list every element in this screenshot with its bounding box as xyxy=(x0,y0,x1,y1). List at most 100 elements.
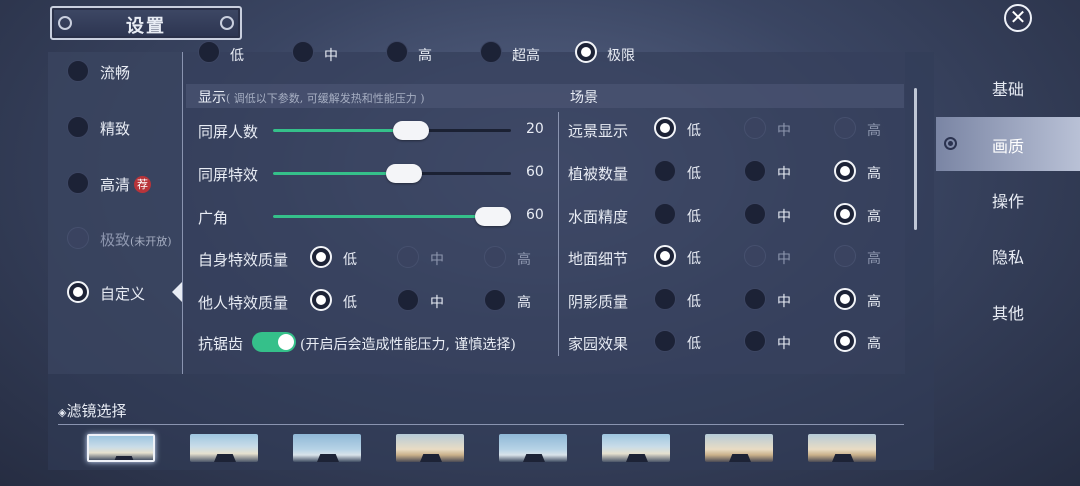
antialias-toggle[interactable] xyxy=(252,332,296,352)
preset-label-text: 高清 xyxy=(100,176,131,194)
scene-row-label: 远景显示 xyxy=(568,122,629,140)
quality-option-label: 高 xyxy=(517,252,531,268)
quality-option-label: 中 xyxy=(430,295,444,311)
quality-option-radio[interactable] xyxy=(744,117,766,139)
quality-option-radio[interactable] xyxy=(310,246,332,268)
tab-label: 隐私 xyxy=(991,248,1024,267)
quality-option-label: 低 xyxy=(687,251,701,267)
quality-option-radio[interactable] xyxy=(654,160,676,182)
quality-option-label: 中 xyxy=(777,123,791,139)
filter-title: 滤镜选择 xyxy=(66,402,127,420)
filter-thumbnail[interactable] xyxy=(602,434,670,462)
filter-thumbnail[interactable] xyxy=(499,434,567,462)
slider-knob[interactable] xyxy=(475,207,511,226)
frame-option-radio[interactable] xyxy=(292,41,314,63)
quality-option-radio[interactable] xyxy=(834,203,856,225)
quality-option-label: 高 xyxy=(867,336,881,352)
quality-option-radio[interactable] xyxy=(834,330,856,352)
quality-option-label: 低 xyxy=(687,123,701,139)
quality-option-radio[interactable] xyxy=(834,288,856,310)
quality-option-label: 中 xyxy=(777,166,791,182)
slider-knob[interactable] xyxy=(386,164,422,183)
frame-option-radio[interactable] xyxy=(198,41,220,63)
filter-thumbnail[interactable] xyxy=(705,434,773,462)
scrollbar[interactable] xyxy=(914,88,917,230)
frame-option-label: 超高 xyxy=(512,48,540,64)
slider-fill xyxy=(273,172,404,175)
slider-label: 广角 xyxy=(198,209,229,227)
filter-thumbnail[interactable] xyxy=(190,434,258,462)
tab-item[interactable]: 画质 xyxy=(936,117,1080,171)
tab-label: 画质 xyxy=(991,137,1024,156)
preset-label: 极致(未开放) xyxy=(100,229,172,250)
frame-option-radio[interactable] xyxy=(575,41,597,63)
quality-option-label: 中 xyxy=(430,252,444,268)
column-divider xyxy=(182,52,183,374)
preset-radio[interactable] xyxy=(67,281,89,303)
scene-row-label: 地面细节 xyxy=(568,250,629,268)
quality-option-radio[interactable] xyxy=(397,246,419,268)
quality-option-radio[interactable] xyxy=(484,246,506,268)
slider-value: 20 xyxy=(526,121,544,137)
quality-option-radio[interactable] xyxy=(484,289,506,311)
slider-track[interactable] xyxy=(273,121,511,140)
filter-divider xyxy=(58,424,904,425)
antialias-label: 抗锯齿 xyxy=(198,335,244,353)
quality-option-radio[interactable] xyxy=(310,289,332,311)
quality-option-radio[interactable] xyxy=(654,117,676,139)
scene-row-label: 家园效果 xyxy=(568,335,629,353)
tab-item[interactable]: 操作 xyxy=(936,172,1080,226)
close-button[interactable]: ✕ xyxy=(1004,4,1032,32)
quality-row-label: 自身特效质量 xyxy=(198,251,289,269)
quality-option-label: 低 xyxy=(687,209,701,225)
quality-option-radio[interactable] xyxy=(744,330,766,352)
tab-label: 其他 xyxy=(991,304,1024,323)
scene-section-title: 场景 xyxy=(570,90,598,106)
quality-option-radio[interactable] xyxy=(654,288,676,310)
preset-radio[interactable] xyxy=(67,60,89,82)
quality-option-label: 高 xyxy=(867,166,881,182)
quality-option-label: 高 xyxy=(517,295,531,311)
preset-radio[interactable] xyxy=(67,227,89,249)
quality-option-radio[interactable] xyxy=(834,117,856,139)
frame-option-label: 极限 xyxy=(607,48,635,64)
quality-option-radio[interactable] xyxy=(744,203,766,225)
tab-label: 基础 xyxy=(991,80,1024,99)
quality-option-radio[interactable] xyxy=(654,203,676,225)
preset-label: 流畅 xyxy=(100,62,130,83)
tab-item[interactable]: 基础 xyxy=(936,60,1080,114)
antialias-note: (开启后会造成性能压力, 谨慎选择) xyxy=(300,337,516,353)
preset-label-text: 精致 xyxy=(100,120,131,138)
quality-option-radio[interactable] xyxy=(834,160,856,182)
slider-value: 60 xyxy=(526,164,544,180)
quality-option-radio[interactable] xyxy=(744,288,766,310)
quality-option-label: 高 xyxy=(867,209,881,225)
filter-thumbnail[interactable] xyxy=(396,434,464,462)
quality-option-radio[interactable] xyxy=(744,245,766,267)
quality-option-radio[interactable] xyxy=(654,245,676,267)
frame-option-label: 中 xyxy=(324,48,338,64)
slider-track[interactable] xyxy=(273,207,511,226)
quality-option-radio[interactable] xyxy=(654,330,676,352)
quality-option-radio[interactable] xyxy=(744,160,766,182)
preset-radio[interactable] xyxy=(67,172,89,194)
filter-thumbnail[interactable] xyxy=(808,434,876,462)
pavilion-roof-icon xyxy=(113,456,135,460)
quality-option-radio[interactable] xyxy=(834,245,856,267)
pavilion-roof-icon xyxy=(317,454,339,462)
frame-option-radio[interactable] xyxy=(480,41,502,63)
filter-thumbnail[interactable] xyxy=(293,434,361,462)
slider-fill xyxy=(273,129,411,132)
quality-option-label: 低 xyxy=(687,166,701,182)
quality-option-label: 低 xyxy=(343,295,357,311)
frame-option-radio[interactable] xyxy=(386,41,408,63)
preset-radio[interactable] xyxy=(67,116,89,138)
tab-item[interactable]: 隐私 xyxy=(936,228,1080,282)
quality-option-label: 低 xyxy=(687,336,701,352)
slider-track[interactable] xyxy=(273,164,511,183)
tab-item[interactable]: 其他 xyxy=(936,284,1080,338)
slider-knob[interactable] xyxy=(393,121,429,140)
filter-thumbnail[interactable] xyxy=(87,434,155,462)
quality-option-radio[interactable] xyxy=(397,289,419,311)
pavilion-roof-icon xyxy=(214,454,236,462)
